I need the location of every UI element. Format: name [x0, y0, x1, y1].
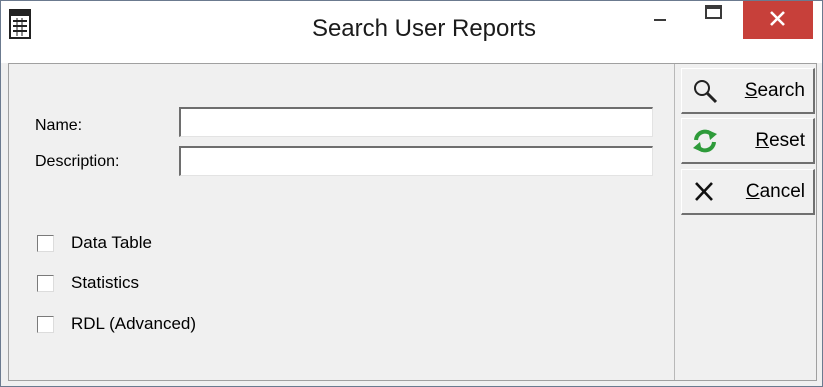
close-window-icon[interactable]: [743, 1, 813, 39]
description-field[interactable]: [179, 146, 653, 176]
close-x-icon: [695, 182, 713, 201]
magnifier-icon: [694, 80, 718, 104]
dialog-body: Name: Description: Data Table Statistics…: [8, 63, 817, 381]
rdl-advanced-label: RDL (Advanced): [71, 314, 197, 333]
statistics-label: Statistics: [71, 273, 140, 292]
search-user-reports-window: Search User Reports Name: Description: D…: [0, 0, 823, 387]
title-bar[interactable]: Search User Reports: [1, 1, 822, 63]
data-table-label: Data Table: [71, 233, 152, 252]
name-label: Name:: [35, 117, 83, 134]
reset-button-label: Reset: [755, 129, 805, 151]
maximize-icon[interactable]: [687, 1, 739, 41]
refresh-icon: [693, 129, 717, 153]
statistics-checkbox[interactable]: [37, 274, 54, 292]
search-button-label: Search: [744, 79, 805, 101]
search-button[interactable]: Search: [681, 68, 815, 114]
cancel-button-label: Cancel: [745, 180, 805, 202]
checkbox-statistics[interactable]: Statistics: [37, 273, 139, 293]
data-table-checkbox[interactable]: [37, 234, 54, 252]
minimize-icon[interactable]: [634, 1, 686, 41]
cancel-button[interactable]: Cancel: [681, 169, 815, 215]
name-field[interactable]: [179, 107, 653, 137]
action-buttons-panel: Search Reset Cancel: [674, 64, 817, 380]
rdl-advanced-checkbox[interactable]: [37, 315, 54, 333]
checkbox-data-table[interactable]: Data Table: [37, 233, 152, 253]
reset-button[interactable]: Reset: [681, 118, 815, 164]
description-label: Description:: [35, 153, 120, 170]
checkbox-rdl-advanced[interactable]: RDL (Advanced): [37, 314, 196, 334]
